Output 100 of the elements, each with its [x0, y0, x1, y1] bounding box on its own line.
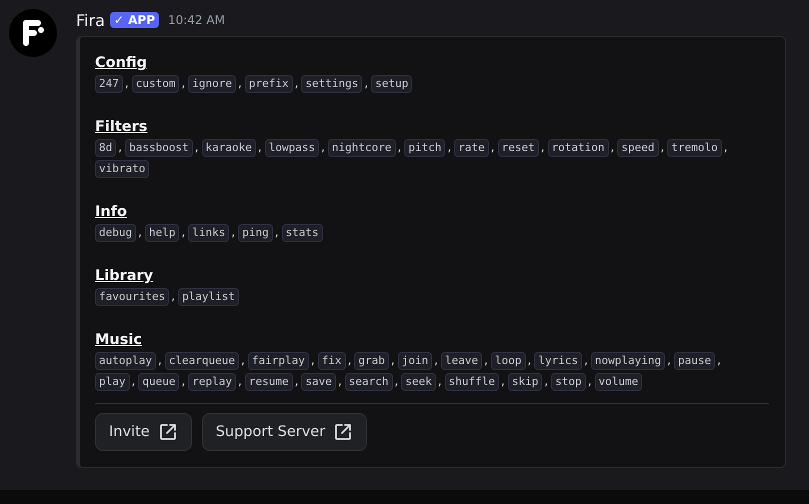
- comma-separator: ,: [348, 353, 352, 367]
- comma-separator: ,: [544, 374, 548, 388]
- command-code: join: [398, 352, 432, 370]
- comma-separator: ,: [667, 353, 671, 367]
- command-code: help: [144, 224, 180, 242]
- command-code: settings: [301, 75, 362, 93]
- comma-separator: ,: [610, 140, 614, 154]
- comma-separator: ,: [132, 374, 136, 388]
- comma-separator: ,: [258, 140, 262, 154]
- command-code: nightcore: [328, 139, 396, 157]
- comma-separator: ,: [124, 76, 129, 90]
- command-code: reset: [498, 139, 539, 157]
- external-link-icon: [158, 422, 178, 442]
- command-code: stop: [551, 373, 586, 391]
- comma-separator: ,: [660, 140, 664, 154]
- section-heading: Info: [95, 203, 128, 222]
- author-name[interactable]: Fira: [76, 10, 105, 30]
- command-code: tremolo: [667, 139, 722, 157]
- section-heading: Music: [95, 331, 143, 350]
- command-code: replay: [188, 373, 236, 391]
- command-code: play: [95, 373, 130, 391]
- comma-separator: ,: [717, 353, 721, 367]
- command-code: save: [301, 373, 336, 391]
- external-link-icon: [333, 422, 354, 442]
- comma-separator: ,: [484, 353, 488, 367]
- link-button[interactable]: Support Server: [202, 413, 368, 451]
- command-code: lowpass: [264, 139, 320, 157]
- command-code: leave: [441, 352, 482, 370]
- comma-separator: ,: [181, 76, 186, 90]
- comma-separator: ,: [181, 225, 186, 239]
- comma-separator: ,: [310, 353, 315, 367]
- command-code: fairplay: [248, 352, 309, 370]
- link-button[interactable]: Invite: [95, 413, 192, 451]
- command-code: volume: [594, 373, 642, 391]
- command-code: nowplaying: [590, 352, 666, 370]
- command-code: grab: [354, 352, 389, 370]
- comma-separator: ,: [294, 76, 298, 90]
- comma-separator: ,: [241, 353, 245, 367]
- command-code: custom: [132, 75, 180, 93]
- command-code: queue: [138, 373, 180, 391]
- command-code: 8d: [95, 139, 116, 157]
- command-code: fix: [318, 352, 346, 370]
- comma-separator: ,: [138, 225, 142, 239]
- comma-separator: ,: [181, 374, 186, 388]
- command-code: pause: [674, 352, 716, 370]
- command-code: favourites: [95, 288, 170, 306]
- comma-separator: ,: [238, 76, 242, 90]
- comma-separator: ,: [394, 374, 398, 388]
- comma-separator: ,: [528, 353, 532, 367]
- command-code: speed: [617, 139, 658, 157]
- command-code: lyrics: [534, 352, 582, 370]
- command-code: search: [344, 373, 393, 391]
- comma-separator: ,: [390, 353, 395, 367]
- comma-separator: ,: [194, 140, 199, 154]
- section-heading: Library: [95, 267, 154, 286]
- comma-separator: ,: [501, 374, 505, 388]
- command-code: links: [188, 224, 230, 242]
- section-heading: Config: [95, 54, 148, 73]
- command-code: seek: [401, 373, 436, 391]
- comma-separator: ,: [158, 353, 162, 367]
- command-code: playlist: [178, 288, 240, 306]
- comma-separator: ,: [118, 140, 122, 154]
- comma-separator: ,: [338, 374, 342, 388]
- comma-separator: ,: [490, 140, 495, 154]
- comma-separator: ,: [540, 140, 545, 154]
- app-badge: ✓ APP: [110, 12, 159, 28]
- comma-separator: ,: [588, 374, 592, 388]
- section-heading: Filters: [95, 118, 148, 137]
- command-code: ignore: [188, 75, 236, 93]
- comma-separator: ,: [364, 76, 368, 90]
- command-code: vibrato: [95, 160, 150, 178]
- comma-separator: ,: [171, 289, 176, 303]
- command-code: autoplay: [95, 352, 156, 370]
- comma-separator: ,: [294, 374, 298, 388]
- command-code: debug: [95, 224, 136, 242]
- command-code: skip: [508, 373, 542, 391]
- comma-separator: ,: [584, 353, 588, 367]
- comma-separator: ,: [434, 353, 438, 367]
- command-code: loop: [491, 352, 526, 370]
- comma-separator: ,: [238, 374, 242, 388]
- command-code: ping: [238, 224, 273, 242]
- command-code: prefix: [244, 75, 293, 93]
- comma-separator: ,: [724, 140, 728, 154]
- comma-separator: ,: [321, 140, 325, 154]
- command-code: karaoke: [202, 139, 256, 157]
- timestamp: 10:42 AM: [168, 13, 225, 27]
- command-code: pitch: [404, 139, 446, 157]
- command-code: shuffle: [444, 373, 500, 391]
- command-code: clearqueue: [164, 352, 240, 370]
- comma-separator: ,: [398, 140, 402, 154]
- command-code: 247: [95, 75, 123, 93]
- bot-avatar-icon[interactable]: [9, 9, 57, 57]
- comma-separator: ,: [231, 225, 236, 239]
- command-code: resume: [244, 373, 293, 391]
- comma-separator: ,: [274, 225, 279, 239]
- command-code: setup: [371, 75, 412, 93]
- command-code: rotation: [548, 139, 609, 157]
- comma-separator: ,: [447, 140, 452, 154]
- comma-separator: ,: [438, 374, 442, 388]
- command-code: bassboost: [125, 139, 193, 157]
